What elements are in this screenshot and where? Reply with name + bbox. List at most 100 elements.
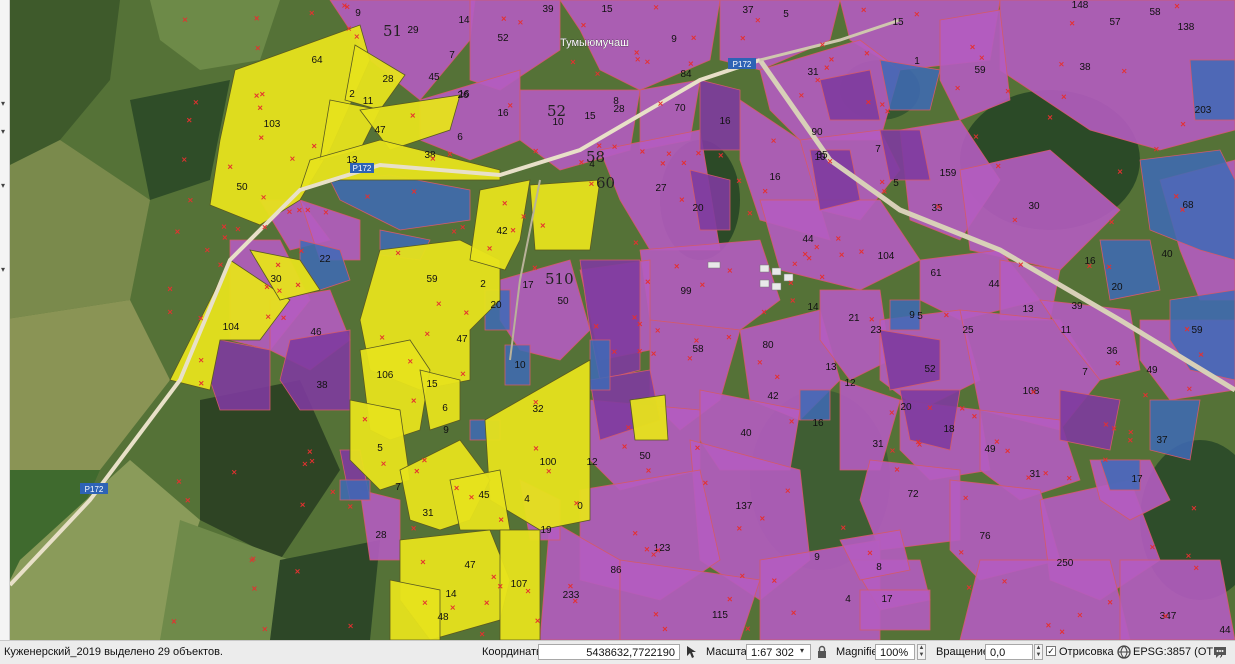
lock-icon[interactable] xyxy=(814,644,830,660)
parcel-label: 32 xyxy=(532,404,544,415)
left-panel-edge[interactable]: ▾ ▾ ▾ ▾ xyxy=(0,0,10,640)
parcel-label: 45 xyxy=(478,490,490,501)
parcel-label: 44 xyxy=(1219,625,1231,636)
handwritten-note: 51 xyxy=(383,22,402,40)
parcel-label: 5 xyxy=(783,9,789,20)
parcel-label: 48 xyxy=(437,612,449,623)
parcel-label: 7 xyxy=(449,50,455,61)
parcel-label: 39 xyxy=(542,4,554,15)
parcel-label: 42 xyxy=(767,391,779,402)
parcel-label: 90 xyxy=(811,127,823,138)
scale-dropdown-icon[interactable]: ▾ xyxy=(800,646,804,655)
parcel-label: 19 xyxy=(540,525,552,536)
parcel-label: 16 xyxy=(812,418,824,429)
magnifier-field[interactable]: 100% xyxy=(875,644,915,660)
parcel-label: 68 xyxy=(1182,200,1194,211)
parcel-label: 4 xyxy=(845,594,851,605)
parcel-label: 50 xyxy=(236,182,248,193)
parcel-label: 203 xyxy=(1195,105,1212,116)
parcel-label: 10 xyxy=(514,360,526,371)
parcel-label: 59 xyxy=(1191,325,1203,336)
parcel-label: 17 xyxy=(881,594,893,605)
magnifier-spinner[interactable]: ▲ ▼ xyxy=(917,644,926,660)
parcel-label: 10 xyxy=(814,152,826,163)
parcel-label: 5 xyxy=(893,178,899,189)
parcel-label: 20 xyxy=(692,203,704,214)
parcel-label: 1 xyxy=(914,56,920,67)
messages-icon[interactable] xyxy=(1212,644,1228,660)
mouse-icon[interactable] xyxy=(683,644,699,660)
parcel-label: 16 xyxy=(769,172,781,183)
parcel-label: 22 xyxy=(319,254,331,265)
map-canvas[interactable]: Р172 Р172 Р172 Тумыюмучаш 51 52 58 60 510 64… xyxy=(0,0,1235,640)
parcel-label: 14 xyxy=(445,589,457,600)
crs-label[interactable]: EPSG:3857 (OTF) xyxy=(1133,641,1223,664)
parcel-label: 20 xyxy=(490,300,502,311)
parcel-label: 59 xyxy=(974,65,986,76)
parcel-label: 28 xyxy=(375,530,387,541)
parcel-label: 104 xyxy=(878,251,895,262)
parcel-label: 15 xyxy=(426,379,438,390)
parcel-label: 57 xyxy=(1109,17,1121,28)
parcel-label: 347 xyxy=(1160,611,1177,622)
parcel-label: 15 xyxy=(892,17,904,28)
parcel-label: 107 xyxy=(511,579,528,590)
parcel-label: 35 xyxy=(931,203,943,214)
parcel-label: 38 xyxy=(316,380,328,391)
parcel-label: 72 xyxy=(907,489,919,500)
parcel-label: 9 xyxy=(355,8,361,19)
coords-field[interactable]: 5438632,7722190 xyxy=(538,644,680,660)
coords-label: Координаты xyxy=(482,646,544,658)
render-checkbox[interactable]: ✓ xyxy=(1046,646,1056,656)
parcel-label: 42 xyxy=(496,226,508,237)
parcel-label: 7 xyxy=(875,144,881,155)
parcel-label: 11 xyxy=(1061,325,1072,336)
parcel-label: 104 xyxy=(223,322,240,333)
globe-icon[interactable] xyxy=(1116,644,1132,660)
handwritten-note: 510 xyxy=(545,270,574,288)
parcel-label: 6 xyxy=(457,132,463,143)
parcel-label: 39 xyxy=(1071,301,1083,312)
parcel-label: 44 xyxy=(802,234,814,245)
parcel-label: 115 xyxy=(712,610,728,621)
parcel-label: 47 xyxy=(464,560,476,571)
parcel-label: 61 xyxy=(930,268,942,279)
rotation-field[interactable]: 0,0 xyxy=(985,644,1033,660)
parcel-label: 159 xyxy=(940,168,957,179)
parcel-label: 76 xyxy=(979,531,991,542)
road-label-1: Р172 xyxy=(85,485,104,494)
parcel-label: 52 xyxy=(924,364,936,375)
parcel-label: 12 xyxy=(844,378,856,389)
parcel-label: 36 xyxy=(1106,346,1118,357)
parcel-label: 31 xyxy=(807,67,819,78)
parcel-label: 12 xyxy=(586,457,598,468)
handwritten-note: 60 xyxy=(596,174,615,192)
parcel-label: 28 xyxy=(382,74,394,85)
parcel-label: 14 xyxy=(458,15,470,26)
parcel-label: 2 xyxy=(480,279,486,290)
parcel-label: 58 xyxy=(1149,7,1161,18)
parcel-label: 5 xyxy=(917,311,923,322)
place-name: Тумыюмучаш xyxy=(560,37,629,49)
render-label: Отрисовка xyxy=(1059,646,1114,658)
parcel-label: 40 xyxy=(1161,249,1173,260)
road-label-2: Р172 xyxy=(733,60,752,69)
parcel-label: 13 xyxy=(1022,304,1034,315)
parcel-label: 49 xyxy=(984,444,996,455)
parcel-label: 0 xyxy=(577,501,583,512)
parcel-label: 6 xyxy=(442,403,448,414)
parcel-label: 4 xyxy=(524,494,530,505)
map-svg[interactable]: Р172 Р172 Р172 Тумыюмучаш 51525860510 64… xyxy=(0,0,1235,640)
parcel-label: 100 xyxy=(540,457,557,468)
panel-arrow-icon: ▾ xyxy=(1,127,6,136)
rotation-spinner[interactable]: ▲ ▼ xyxy=(1034,644,1043,660)
parcel-label: 26 xyxy=(457,90,469,101)
parcel-label: 45 xyxy=(428,72,440,83)
parcel-label: 15 xyxy=(584,111,596,122)
parcel-label: 50 xyxy=(639,451,651,462)
parcel-label: 13 xyxy=(825,362,837,373)
parcel-label: 52 xyxy=(497,33,509,44)
parcel-label: 2 xyxy=(349,89,355,100)
parcel-label: 17 xyxy=(1131,474,1143,485)
parcel-label: 31 xyxy=(872,439,884,450)
